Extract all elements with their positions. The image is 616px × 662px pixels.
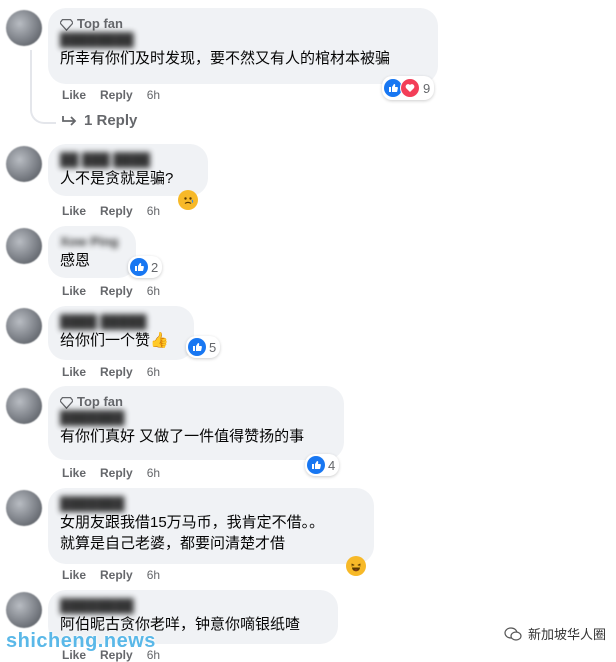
avatar[interactable] [6,592,42,628]
comment-text: 女朋友跟我借15万马币，我肯定不借。。 就算是自己老婆，都要问清楚才借 [60,514,325,552]
comment-actions: Like Reply 6h [62,88,160,102]
comment-text: 所幸有你们及时发现，要不然又有人的棺材本被骗 [60,50,391,67]
avatar[interactable] [6,490,42,526]
comment-text: 给你们一个赞👍 [60,332,169,349]
reply-link[interactable]: Reply [100,88,133,102]
commenter-name[interactable]: ████████ [60,32,426,48]
avatar[interactable] [6,308,42,344]
top-fan-badge: Top fan [60,394,332,410]
timestamp[interactable]: 6h [147,568,160,582]
badge-label: Top fan [77,394,123,409]
reaction-summary[interactable]: 2 [128,256,163,278]
commenter-name[interactable]: ██ ███ ████ [60,152,196,168]
comment-bubble: Top fan ███████ 有你们真好 又做了一件值得赞扬的事 [48,386,344,460]
timestamp[interactable]: 6h [147,284,160,298]
reaction-summary[interactable]: 9 [382,76,435,100]
like-icon [130,258,148,276]
reaction-summary[interactable]: 4 [305,454,340,476]
like-icon [307,456,325,474]
comment-bubble: Top fan ████████ 所幸有你们及时发现，要不然又有人的棺材本被骗 [48,8,438,84]
commenter-name[interactable]: ███████ [60,496,362,512]
reply-arrow-icon [62,115,77,126]
reaction-count: 4 [328,457,336,473]
reply-link[interactable]: Reply [100,284,133,298]
view-replies-link[interactable]: 1 Reply [62,112,137,129]
laugh-icon [346,556,366,576]
watermark-account: 新加坡华人圈 [504,624,606,643]
comment-actions: Like Reply 6h [62,568,160,582]
reply-link[interactable]: Reply [100,466,133,480]
comment-bubble: ███████ 女朋友跟我借15万马币，我肯定不借。。 就算是自己老婆，都要问清… [48,488,374,564]
top-fan-badge: Top fan [60,16,426,32]
commenter-name[interactable]: ███████ [60,410,332,426]
comment-text: 感恩 [60,252,91,269]
commenter-name[interactable]: Xow Ping [60,234,124,250]
comment-actions: Like Reply 6h [62,204,160,218]
like-link[interactable]: Like [62,284,86,298]
view-replies-label: 1 Reply [84,112,138,129]
reply-link[interactable]: Reply [100,365,133,379]
reaction-summary[interactable] [178,190,198,210]
comment-actions: Like Reply 6h [62,466,160,480]
watermark-source: shicheng.news [6,630,156,652]
timestamp[interactable]: 6h [147,88,160,102]
like-icon [188,338,206,356]
comment-bubble: ████ █████ 给你们一个赞👍 [48,306,194,360]
avatar[interactable] [6,228,42,264]
comment-bubble: ██ ███ ████ 人不是贪就是骗? [48,144,208,196]
wechat-icon [504,626,522,641]
comment-text: 有你们真好 又做了一件值得赞扬的事 [60,428,305,445]
watermark-account-label: 新加坡华人圈 [527,627,606,642]
avatar[interactable] [6,388,42,424]
reaction-summary[interactable] [346,556,366,576]
like-link[interactable]: Like [62,204,86,218]
comment-bubble: Xow Ping 感恩 [48,226,136,278]
reaction-count: 5 [209,339,217,355]
avatar[interactable] [6,10,42,46]
timestamp[interactable]: 6h [147,204,160,218]
like-link[interactable]: Like [62,568,86,582]
reaction-count: 2 [151,259,159,275]
reply-link[interactable]: Reply [100,568,133,582]
avatar[interactable] [6,146,42,182]
love-icon [400,78,420,98]
comment-actions: Like Reply 6h [62,284,160,298]
commenter-name[interactable]: ████████ [60,598,326,614]
timestamp[interactable]: 6h [147,365,160,379]
badge-label: Top fan [77,16,123,31]
sad-care-icon [178,190,198,210]
comment-actions: Like Reply 6h [62,365,160,379]
reaction-count: 9 [423,80,431,96]
like-link[interactable]: Like [62,365,86,379]
reply-link[interactable]: Reply [100,204,133,218]
reaction-summary[interactable]: 5 [186,336,221,358]
commenter-name[interactable]: ████ █████ [60,314,182,330]
comment-text: 人不是贪就是骗? [60,170,174,187]
timestamp[interactable]: 6h [147,466,160,480]
like-link[interactable]: Like [62,88,86,102]
diamond-icon [60,18,73,31]
diamond-icon [60,396,73,409]
like-link[interactable]: Like [62,466,86,480]
